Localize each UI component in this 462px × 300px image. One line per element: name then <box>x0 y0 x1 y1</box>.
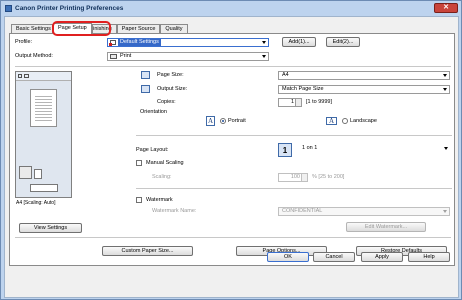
add-profile-button[interactable]: Add(1)... <box>282 37 316 47</box>
printer-preferences-window: Canon Printer Printing Preferences ✕ Bas… <box>0 0 462 300</box>
tab-paper-source[interactable]: Paper Source <box>116 24 161 33</box>
page-layout-select[interactable]: 1 on 1 <box>296 145 450 154</box>
copies-input[interactable]: 1 <box>278 98 302 107</box>
output-size-icon <box>141 85 150 93</box>
chevron-down-icon <box>262 55 266 58</box>
landscape-label: Landscape <box>350 118 377 124</box>
watermark-name-label: Watermark Name: <box>152 208 197 214</box>
page-layout-label: Page Layout: <box>136 147 169 153</box>
page-setup-panel: Profile: Default Settings Add(1)... Edit… <box>9 33 455 266</box>
custom-paper-size-button[interactable]: Custom Paper Size... <box>102 246 193 256</box>
separator <box>15 66 451 67</box>
tab-basic-settings[interactable]: Basic Settings <box>11 24 53 33</box>
landscape-icon: A <box>326 117 337 125</box>
separator <box>136 135 452 136</box>
watermark-label: Watermark <box>146 197 173 203</box>
close-icon: ✕ <box>443 4 449 11</box>
profile-selected-value: Default Settings <box>118 39 161 46</box>
preview-caption: A4 [Scaling: Auto] <box>16 200 56 206</box>
scaling-spinner[interactable] <box>301 174 307 181</box>
profile-select[interactable]: Default Settings <box>107 38 269 47</box>
page-layout-value: 1 on 1 <box>302 145 318 151</box>
layout-icon <box>30 184 58 192</box>
edit-watermark-button[interactable]: Edit Watermark... <box>346 222 426 232</box>
paper-icon <box>34 169 42 179</box>
ok-button[interactable]: OK <box>267 252 309 262</box>
copies-spinner[interactable] <box>295 99 301 106</box>
apply-button[interactable]: Apply <box>361 252 403 262</box>
printer-icon <box>5 4 12 12</box>
profile-badge-icon <box>109 43 112 46</box>
chevron-down-icon <box>262 41 266 44</box>
printer-icon <box>19 166 32 179</box>
manual-scaling-label: Manual Scaling <box>146 160 184 166</box>
preview-mode-icon[interactable] <box>18 74 22 78</box>
preview-pane <box>15 71 72 198</box>
printer-preview-icon[interactable] <box>24 74 29 78</box>
portrait-label: Portrait <box>228 118 246 124</box>
page-layout-icon: 1 <box>278 143 292 157</box>
tab-highlight-circle <box>52 21 111 36</box>
page-preview-image <box>30 89 57 127</box>
landscape-radio[interactable] <box>342 118 348 124</box>
tab-quality[interactable]: Quality <box>160 24 188 33</box>
portrait-radio[interactable] <box>220 118 226 124</box>
watermark-name-value: CONFIDENTIAL <box>282 208 323 214</box>
dialog-client-area: Basic Settings Page Setup Finishing Pape… <box>4 16 459 298</box>
portrait-icon: A <box>206 116 215 126</box>
scaling-range: % [25 to 200] <box>312 174 345 180</box>
close-button[interactable]: ✕ <box>434 3 458 13</box>
watermark-checkbox[interactable] <box>136 197 142 203</box>
copies-value: 1 <box>290 99 294 105</box>
edit-profile-button[interactable]: Edit(2)... <box>326 37 360 47</box>
copies-range: [1 to 9999] <box>306 99 332 105</box>
view-settings-button[interactable]: View Settings <box>19 223 82 233</box>
print-icon <box>110 54 117 59</box>
chevron-down-icon <box>443 210 447 213</box>
output-method-select[interactable]: Print <box>107 52 269 61</box>
help-button[interactable]: Help <box>408 252 450 262</box>
copies-label: Copies: <box>157 99 176 105</box>
chevron-down-icon <box>443 88 447 91</box>
window-title: Canon Printer Printing Preferences <box>15 4 124 12</box>
chevron-down-icon <box>443 74 447 77</box>
scaling-input[interactable]: 100 <box>278 173 308 182</box>
orientation-label: Orientation <box>140 109 167 115</box>
output-size-label: Output Size: <box>157 86 188 92</box>
profile-label: Profile: <box>15 39 33 45</box>
chevron-down-icon <box>444 147 448 150</box>
scaling-label: Scaling: <box>152 174 172 180</box>
output-size-select[interactable]: Match Page Size <box>278 85 450 94</box>
watermark-name-select[interactable]: CONFIDENTIAL <box>278 207 450 216</box>
preview-toolbar <box>16 72 71 81</box>
title-bar[interactable]: Canon Printer Printing Preferences ✕ <box>1 1 461 15</box>
page-size-value: A4 <box>282 72 289 78</box>
cancel-button[interactable]: Cancel <box>313 252 355 262</box>
page-text-lines <box>35 94 52 122</box>
scaling-value: 100 <box>290 174 300 180</box>
manual-scaling-checkbox[interactable] <box>136 160 142 166</box>
page-size-label: Page Size: <box>157 72 184 78</box>
page-size-icon <box>141 71 150 79</box>
page-size-select[interactable]: A4 <box>278 71 450 80</box>
separator <box>15 237 451 238</box>
output-method-label: Output Method: <box>15 53 53 59</box>
output-size-value: Match Page Size <box>282 86 324 92</box>
separator <box>136 188 452 189</box>
output-method-value: Print <box>120 53 132 59</box>
